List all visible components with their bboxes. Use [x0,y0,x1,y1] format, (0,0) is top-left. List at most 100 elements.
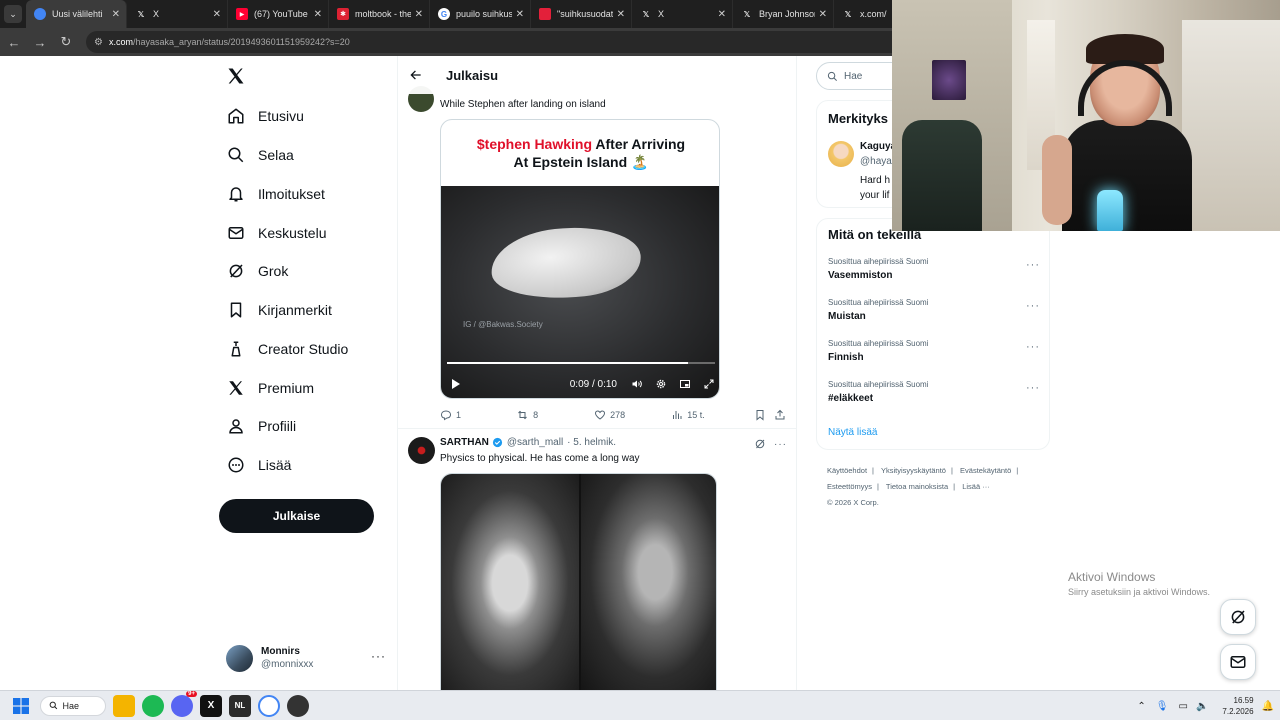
close-icon[interactable]: ✕ [516,9,524,20]
footer-link[interactable]: Lisää ··· [962,482,990,491]
messages-float-button[interactable] [1220,644,1256,680]
tweet-image[interactable] [440,473,717,690]
video-player[interactable]: $tephen Hawking After Arriving At Epstei… [440,119,720,399]
xsplit-icon[interactable]: X [200,694,222,717]
grok-icon[interactable] [754,438,766,450]
nav-grok[interactable]: Grok [226,257,288,285]
more-icon[interactable]: ··· [1026,382,1040,394]
network-icon[interactable]: ▭ [1179,701,1188,712]
footer-link[interactable]: Käyttöehdot [827,466,867,475]
show-more-link[interactable]: Näytä lisää [828,427,877,438]
nl-app-icon[interactable]: NL [229,694,251,717]
close-icon[interactable]: ✕ [112,9,120,20]
more-icon[interactable]: ··· [774,439,787,450]
reload-button[interactable]: ↻ [54,30,78,54]
address-bar[interactable]: ⚙ x.com/hayasaka_aryan/status/2019493601… [86,31,946,53]
avatar[interactable] [828,141,854,167]
avatar[interactable] [408,437,435,464]
close-icon[interactable]: ✕ [314,9,322,20]
browser-tab[interactable]: 𝕏 x.com/Shin [834,0,894,28]
trend-item[interactable]: Suosittua aihepiirissä Suomi Muistan ··· [828,298,1040,332]
nav-more[interactable]: Lisää [226,451,291,479]
volume-icon[interactable] [630,378,644,390]
nav-home[interactable]: Etusivu [226,102,304,130]
footer-link[interactable]: Esteettömyys [827,482,872,491]
repost-button[interactable]: 8 [516,409,594,421]
back-arrow-icon[interactable] [398,68,434,82]
video-progress-bar[interactable] [447,362,715,364]
webcam-lamp [1097,190,1123,231]
obs-icon[interactable] [287,694,309,717]
views-button[interactable]: 15 t. [671,409,754,421]
tweet-date[interactable]: · 5. helmik. [567,437,616,448]
trend-item[interactable]: Suosittua aihepiirissä Suomi Vasemmiston… [828,257,1040,291]
taskbar-search[interactable]: Hae [39,695,106,716]
browser-tab[interactable]: G puuilo suihkus ✕ [430,0,531,28]
close-icon[interactable]: ✕ [718,9,726,20]
fullscreen-icon[interactable] [702,378,716,390]
person-name[interactable]: Kaguya [860,141,896,152]
bookmark-button[interactable] [754,409,774,421]
picture-in-picture-icon[interactable] [678,378,692,390]
footer-link[interactable]: Yksityisyyskäytäntö [881,466,946,475]
browser-tab[interactable]: "suihkusuodati ✕ [531,0,632,28]
reply-button[interactable]: 1 [440,409,516,421]
author-handle[interactable]: @sarth_mall [507,437,563,448]
microphone-icon[interactable]: 🎙 [1156,701,1169,712]
nav-bookmarks[interactable]: Kirjanmerkit [226,296,332,324]
more-icon[interactable]: ··· [1026,341,1040,353]
grok-float-button[interactable] [1220,599,1256,635]
nav-notifications[interactable]: Ilmoitukset [226,180,325,208]
trend-name: Muistan [828,311,866,322]
author-name[interactable]: SARTHAN [440,437,489,448]
speaker-icon[interactable]: 🔈 [1196,701,1208,712]
trend-item[interactable]: Suosittua aihepiirissä Suomi Finnish ··· [828,339,1040,373]
forward-button[interactable]: → [28,30,52,54]
browser-tab[interactable]: ✱ moltbook - the ✕ [329,0,430,28]
more-icon[interactable]: ··· [1026,259,1040,271]
close-icon[interactable]: ✕ [213,9,221,20]
site-info-icon[interactable]: ⚙ [94,37,103,48]
tab-search-button[interactable]: ⌄ [0,0,26,28]
nav-premium[interactable]: Premium [226,374,314,402]
views-icon [673,411,682,419]
account-switcher[interactable]: Monnirs @monnixxx ··· [226,641,386,675]
chrome-icon[interactable] [258,694,280,717]
browser-tab[interactable]: Uusi välilehti ✕ [26,0,127,28]
taskbar-clock[interactable]: 16.59 7.2.2026 [1222,695,1253,717]
settings-icon[interactable] [654,378,668,390]
footer-link[interactable]: Tietoa mainoksista [886,482,948,491]
trend-item[interactable]: Suosittua aihepiirissä Suomi #eläkkeet ·… [828,380,1040,414]
browser-tab[interactable]: ▶ (67) YouTube ✕ [228,0,329,28]
discord-icon[interactable]: 9+ [171,690,197,717]
chevron-up-icon[interactable]: ⌃ [1137,701,1145,712]
nav-label: Lisää [258,457,292,473]
browser-tab[interactable]: 𝕏 X ✕ [127,0,228,28]
close-icon[interactable]: ✕ [819,9,827,20]
windows-start-icon[interactable] [10,695,32,717]
close-icon[interactable]: ✕ [617,9,625,20]
image-right-portrait [578,474,716,690]
url-path: /hayasaka_aryan/status/20194936011519592… [132,37,350,47]
post-button[interactable]: Julkaise [219,499,374,533]
nav-messages[interactable]: Keskustelu [226,219,326,247]
share-button[interactable] [774,409,790,421]
like-button[interactable]: 278 [594,409,671,421]
close-icon[interactable]: ✕ [415,9,423,20]
browser-tab[interactable]: 𝕏 Bryan Johnson ✕ [733,0,834,28]
spotify-icon[interactable] [142,694,164,717]
nav-profile[interactable]: Profiili [226,412,296,440]
browser-tab[interactable]: 𝕏 X ✕ [632,0,733,28]
nav-explore[interactable]: Selaa [226,141,294,169]
x-logo-icon[interactable] [226,66,248,88]
play-icon[interactable] [451,378,463,390]
more-icon[interactable]: ··· [1026,300,1040,312]
webcam-chair [902,120,982,231]
footer-link[interactable]: Evästekäytäntö [960,466,1011,475]
windows-taskbar: Hae 9+ X NL ⌃ 🎙 ▭ 🔈 16.59 7.2.2026 🔔 [0,690,1280,720]
nav-creator-studio[interactable]: Creator Studio [226,335,348,363]
back-button[interactable]: ← [2,30,26,54]
video-controls: 0:09 / 0:10 [441,372,719,396]
notification-bell-icon[interactable]: 🔔 [1262,701,1274,712]
file-explorer-icon[interactable] [113,694,135,717]
